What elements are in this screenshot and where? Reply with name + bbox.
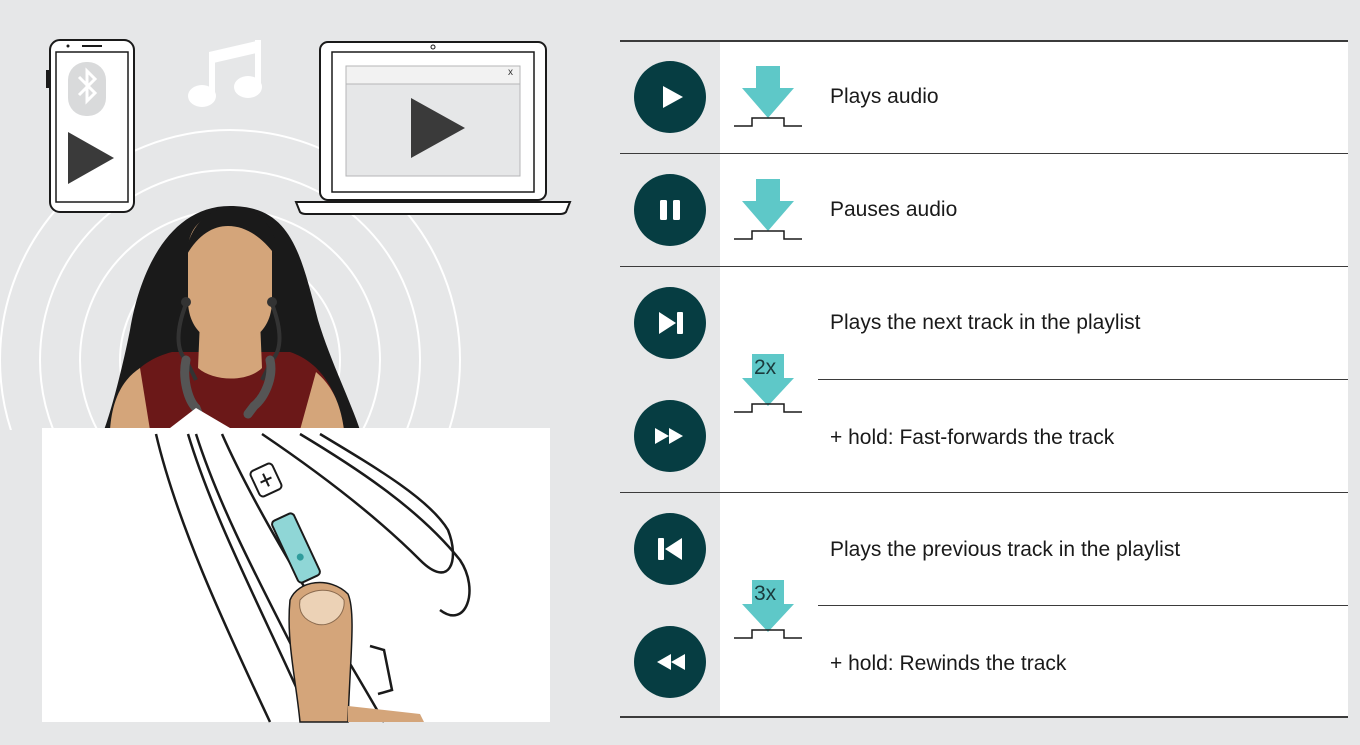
row-divider: [620, 492, 1348, 493]
next-track-icon: [659, 312, 683, 334]
row-divider: [620, 266, 1348, 267]
double-press-indicator: 2x: [728, 336, 808, 416]
row-label-next: Plays the next track in the playlist: [830, 311, 1141, 334]
play-button: [634, 61, 706, 133]
rewind-button: [634, 626, 706, 698]
media-control-table: Plays audio Pauses audio Plays the next …: [620, 40, 1348, 718]
triple-press-indicator: 3x: [728, 562, 808, 642]
headset-illustration: x: [0, 0, 600, 740]
pause-icon: [660, 200, 680, 220]
button-closeup-inset: [42, 408, 550, 723]
button-icon-column: [620, 40, 720, 718]
press-count-2x: 2x: [754, 356, 777, 379]
music-note-icon: [188, 40, 262, 107]
press-count-3x: 3x: [754, 582, 777, 605]
pause-button: [634, 174, 706, 246]
table-bottom-rule: [620, 716, 1348, 718]
row-divider: [818, 605, 1348, 606]
previous-track-icon: [658, 538, 682, 560]
woman-wearing-headset: [104, 206, 360, 430]
row-label-play: Plays audio: [830, 85, 939, 108]
next-track-button: [634, 287, 706, 359]
rewind-icon: [657, 654, 685, 670]
previous-track-button: [634, 513, 706, 585]
play-icon: [663, 86, 683, 108]
row-divider: [620, 153, 1348, 154]
single-press-indicator: [734, 179, 802, 240]
row-divider: [818, 379, 1348, 380]
bluetooth-icon: [68, 62, 106, 116]
row-label-previous: Plays the previous track in the playlist: [830, 538, 1181, 561]
smartphone: [46, 39, 135, 213]
table-top-rule: [620, 40, 1348, 42]
single-press-indicator: [734, 66, 802, 127]
illustration-scene: [0, 39, 572, 723]
row-label-fast-forward: + hold: Fast-forwards the track: [830, 426, 1115, 449]
laptop: [294, 41, 572, 215]
row-label-pause: Pauses audio: [830, 198, 958, 221]
laptop-window-close: x: [508, 67, 513, 78]
fast-forward-button: [634, 400, 706, 472]
row-label-rewind: + hold: Rewinds the track: [830, 652, 1067, 675]
fast-forward-icon: [655, 428, 683, 444]
